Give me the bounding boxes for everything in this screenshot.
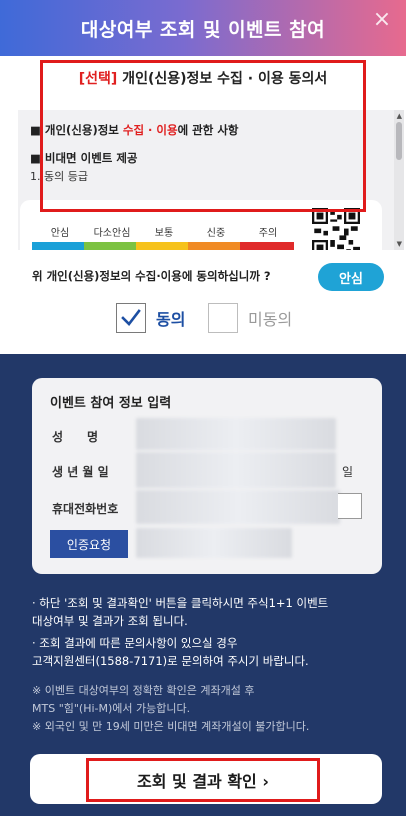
disagree-option[interactable]: 미동의 [208, 303, 292, 333]
note-contact-2: 고객지원센터(1588-7171)로 문의하여 주시기 바랍니다. [32, 654, 309, 668]
header-title: 대상여부 조회 및 이벤트 참여 [80, 18, 326, 41]
grade-bar-segment [136, 242, 188, 250]
header-bar: 대상여부 조회 및 이벤트 참여 × [0, 0, 406, 56]
grade-label-fairly-safe: 다소안심 [93, 228, 131, 239]
disagree-label: 미동의 [248, 310, 293, 329]
note-lookup-2: 대상여부 및 결과가 조회 됩니다. [32, 614, 188, 628]
safety-grade-badge: 안심 [318, 263, 384, 291]
grade-label-normal: 보통 [154, 228, 174, 239]
grade-bar-segment [84, 242, 136, 250]
scroll-down-icon[interactable]: ▼ [397, 240, 402, 248]
note-restriction: ※ 외국인 및 만 19세 미만은 비대면 계좌개설이 불가합니다. [32, 720, 310, 733]
agree-label: 동의 [156, 310, 186, 329]
birth-date-label: 생 년 월 일 [52, 465, 109, 479]
request-verification-button[interactable]: 인증요청 [50, 530, 128, 558]
grade-bar-segment [32, 242, 84, 250]
scroll-up-icon[interactable]: ▲ [397, 112, 402, 120]
name-label: 성 명 [52, 430, 99, 444]
birth-day-suffix: 일 [342, 465, 354, 479]
verification-code-input[interactable] [136, 528, 292, 558]
grade-bar-segment [188, 242, 240, 250]
grade-labels: 안심 다소안심 보통 신중 주의 [34, 224, 294, 239]
qr-code-icon [312, 208, 360, 250]
birth-date-input[interactable] [136, 452, 336, 488]
note-eligibility-1: ※ 이벤트 대상여부의 정확한 확인은 계좌개설 후 [32, 684, 255, 697]
note-lookup-1: · 하단 '조회 및 결과확인' 버튼을 클릭하시면 주식1+1 이벤트 [32, 596, 329, 610]
note-contact-1: · 조회 결과에 따른 문의사항이 있으실 경우 [32, 636, 238, 650]
grade-label-caution: 주의 [258, 228, 278, 239]
grade-bar-segment [240, 242, 294, 250]
agree-checkbox[interactable] [116, 303, 146, 333]
highlight-frame-form [40, 60, 366, 212]
grade-color-bar [32, 242, 294, 250]
agree-option[interactable]: 동의 [116, 303, 185, 333]
lookup-result-label[interactable]: 조회 및 결과 확인 › [0, 768, 406, 792]
name-input[interactable] [136, 418, 336, 450]
grade-label-careful: 신중 [206, 228, 226, 239]
phone-input-end[interactable] [338, 493, 362, 519]
checkmark-icon [121, 309, 141, 326]
phone-label: 휴대전화번호 [52, 502, 119, 516]
disagree-checkbox[interactable] [208, 303, 238, 333]
note-eligibility-2: MTS "힘"(Hi-M)에서 가능합니다. [32, 702, 191, 715]
scrollbar-thumb[interactable] [396, 122, 402, 160]
close-icon[interactable]: × [370, 8, 394, 32]
event-info-title: 이벤트 참여 정보 입력 [50, 396, 172, 411]
grade-label-safe: 안심 [50, 228, 70, 239]
consent-question: 위 개인(신용)정보의 수집·이용에 동의하십니까 ? [32, 269, 271, 283]
phone-input[interactable] [136, 490, 340, 524]
